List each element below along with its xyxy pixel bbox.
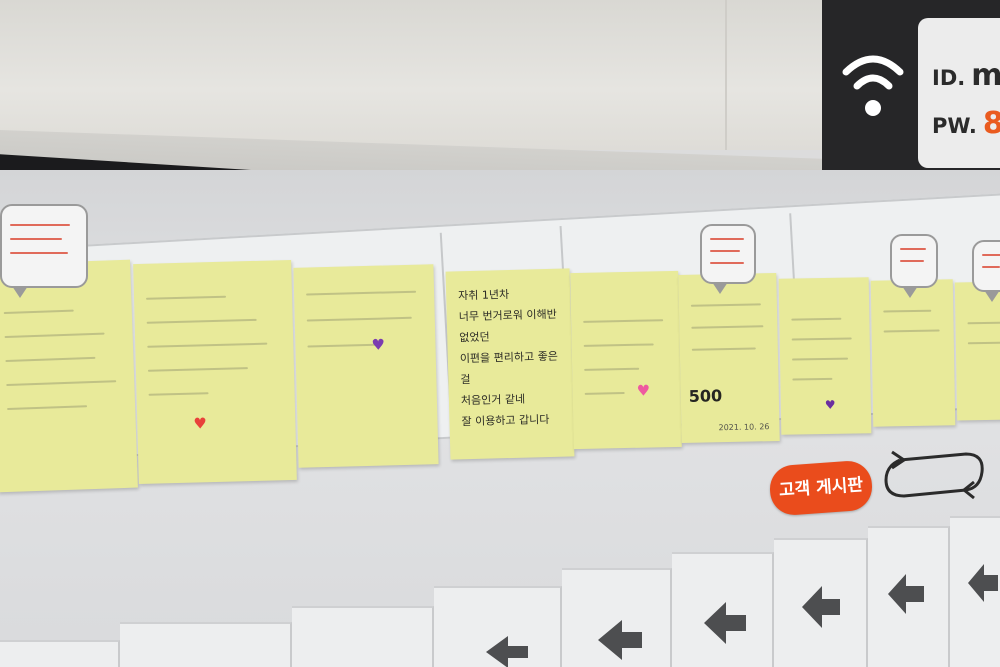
sticky-note-readable: 500 2021. 10. 26	[678, 272, 780, 444]
speech-bubble-icon	[890, 234, 938, 298]
wifi-id-label: ID.	[932, 66, 966, 90]
sticky-note: ♥	[570, 270, 682, 450]
left-arrow-icon	[802, 586, 840, 628]
note-amount: 500	[688, 386, 723, 406]
speech-bubble-icon	[972, 240, 1000, 302]
wifi-pw-value: 834	[982, 106, 1000, 141]
speech-bubble-icon	[0, 204, 88, 298]
sticky-note	[954, 281, 1000, 421]
arrow-tile	[0, 640, 120, 667]
heart-icon: ♥	[824, 397, 836, 413]
sticky-note: ♥	[293, 264, 439, 468]
speech-bubble-icon	[700, 224, 756, 294]
wall-seam	[725, 0, 727, 150]
sticky-note-readable: 자취 1년차 너무 번거로워 이해반 없었던 이편을 편리하고 좋은걸 처음인거…	[445, 268, 575, 460]
heart-icon: ♥	[371, 335, 386, 354]
sticky-note: ♥	[778, 277, 872, 435]
left-arrow-icon	[598, 620, 642, 660]
wifi-credentials-panel	[918, 18, 1000, 168]
bulletin-board-scene: ID.mo PW. 834 ♥ ♥ 자취 1년차 너무 번거로워 이해반 없었던 …	[0, 0, 1000, 667]
heart-icon: ♥	[193, 414, 208, 433]
wifi-icon	[842, 55, 904, 116]
cycle-arrows-icon	[884, 450, 984, 500]
note-date: 2021. 10. 26	[718, 422, 770, 433]
note-message: 자취 1년차 너무 번거로워 이해반 없었던 이편을 편리하고 좋은걸 처음인거…	[458, 288, 559, 429]
customer-board-badge: 고객 게시판	[768, 459, 874, 517]
arrow-tile	[292, 606, 434, 667]
arrow-tile	[120, 622, 292, 667]
heart-icon: ♥	[636, 381, 651, 400]
wifi-pw-label: PW.	[932, 114, 977, 138]
left-arrow-icon	[968, 564, 998, 602]
wifi-pw-row: PW. 834	[932, 106, 1000, 141]
left-arrow-icon	[888, 574, 924, 614]
wifi-id-row: ID.mo	[932, 58, 1000, 93]
wifi-id-value: mo	[971, 58, 1000, 93]
left-arrow-icon	[486, 636, 528, 667]
sticky-note	[870, 279, 956, 427]
sticky-note: ♥	[133, 259, 297, 485]
left-arrow-icon	[704, 602, 746, 644]
